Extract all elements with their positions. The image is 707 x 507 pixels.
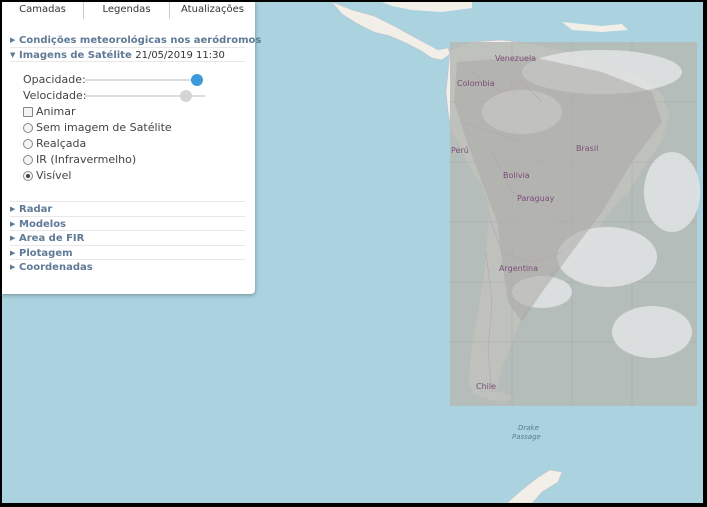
chevron-right-icon: ▶ bbox=[10, 36, 16, 44]
map-label-peru: Perú bbox=[451, 146, 469, 155]
satellite-timestamp: 21/05/2019 11:30 bbox=[135, 49, 225, 61]
option-label: Visível bbox=[36, 169, 72, 182]
chevron-down-icon: ▼ bbox=[10, 50, 16, 59]
section-fir[interactable]: ▶ Area de FIR bbox=[10, 231, 245, 246]
option-label: IR (Infravermelho) bbox=[36, 153, 137, 166]
map-label-bolivia: Bolivia bbox=[503, 171, 530, 180]
section-plotagem-label: Plotagem bbox=[19, 247, 73, 259]
map-label-argentina: Argentina bbox=[499, 264, 538, 273]
section-radar-label: Radar bbox=[19, 204, 53, 215]
chevron-right-icon: ▶ bbox=[10, 248, 16, 257]
option-ir[interactable]: IR (Infravermelho) bbox=[23, 152, 245, 168]
section-coordenadas[interactable]: ▶ Coordenadas bbox=[10, 260, 245, 275]
map-label-drake: Drake bbox=[518, 424, 539, 432]
radio-sem-imagem[interactable] bbox=[23, 123, 33, 133]
section-modelos[interactable]: ▶ Modelos bbox=[10, 217, 245, 231]
chevron-right-icon: ▶ bbox=[10, 234, 16, 242]
section-fir-label: Area de FIR bbox=[19, 233, 85, 244]
speed-label: Velocidade: bbox=[23, 89, 87, 102]
opacity-label: Opacidade: bbox=[23, 73, 86, 86]
option-label: Realçada bbox=[36, 137, 87, 150]
chevron-right-icon: ▶ bbox=[10, 205, 16, 213]
chevron-right-icon: ▶ bbox=[10, 219, 16, 228]
opacity-row: Opacidade: bbox=[23, 72, 245, 88]
section-aerodromos-label: Condições meteorológicas nos aeródromos bbox=[19, 35, 262, 46]
tab-camadas[interactable]: Camadas bbox=[2, 2, 84, 19]
speed-slider[interactable] bbox=[85, 90, 205, 102]
map-frame: Venezuela Colombia Perú Brasil Bolivia P… bbox=[2, 2, 703, 503]
map-label-brasil: Brasil bbox=[576, 144, 598, 153]
map-label-colombia: Colombia bbox=[457, 79, 495, 88]
animate-label: Animar bbox=[36, 105, 76, 118]
map-label-paraguay: Paraguay bbox=[517, 194, 555, 203]
collapsed-sections: ▶ Radar ▶ Modelos ▶ Area de FIR ▶ Plotagem ▶… bbox=[10, 201, 245, 275]
opacity-slider-thumb[interactable] bbox=[191, 74, 203, 86]
speed-slider-thumb[interactable] bbox=[180, 90, 193, 102]
tab-atualizacoes[interactable]: Atualizações bbox=[170, 2, 255, 19]
layers-panel: Camadas Legendas Atualizações ▶ Condições… bbox=[2, 2, 261, 294]
section-coordenadas-label: Coordenadas bbox=[19, 262, 93, 273]
satellite-options: Opacidade: Velocidade: Animar Sem imagem… bbox=[10, 62, 245, 196]
section-plotagem[interactable]: ▶ Plotagem bbox=[10, 246, 245, 260]
opacity-slider[interactable] bbox=[85, 74, 203, 86]
map-label-passage: Passage bbox=[512, 433, 541, 441]
option-visivel[interactable]: Visível bbox=[23, 168, 245, 184]
section-radar[interactable]: ▶ Radar bbox=[10, 202, 245, 217]
panel-tabs: Camadas Legendas Atualizações bbox=[2, 2, 255, 19]
section-satelite-label: Imagens de Satélite bbox=[19, 49, 132, 61]
animate-checkbox[interactable] bbox=[23, 107, 33, 117]
chevron-right-icon: ▶ bbox=[10, 263, 16, 271]
radio-realcada[interactable] bbox=[23, 139, 33, 149]
option-sem-imagem[interactable]: Sem imagem de Satélite bbox=[23, 120, 245, 136]
panel-body: ▶ Condições meteorológicas nos aeródromos… bbox=[2, 33, 261, 275]
radio-ir[interactable] bbox=[23, 155, 33, 165]
tab-legendas[interactable]: Legendas bbox=[84, 2, 170, 19]
section-modelos-label: Modelos bbox=[19, 218, 67, 230]
option-label: Sem imagem de Satélite bbox=[36, 121, 172, 134]
map-label-chile: Chile bbox=[476, 382, 496, 391]
section-aerodromos[interactable]: ▶ Condições meteorológicas nos aeródromos bbox=[10, 33, 261, 48]
radio-visivel[interactable] bbox=[23, 171, 33, 181]
speed-row: Velocidade: bbox=[23, 88, 245, 104]
section-satelite[interactable]: ▼ Imagens de Satélite 21/05/2019 11:30 bbox=[10, 48, 245, 62]
option-realcada[interactable]: Realçada bbox=[23, 136, 245, 152]
map-label-venezuela: Venezuela bbox=[495, 54, 536, 63]
animate-row[interactable]: Animar bbox=[23, 104, 245, 120]
